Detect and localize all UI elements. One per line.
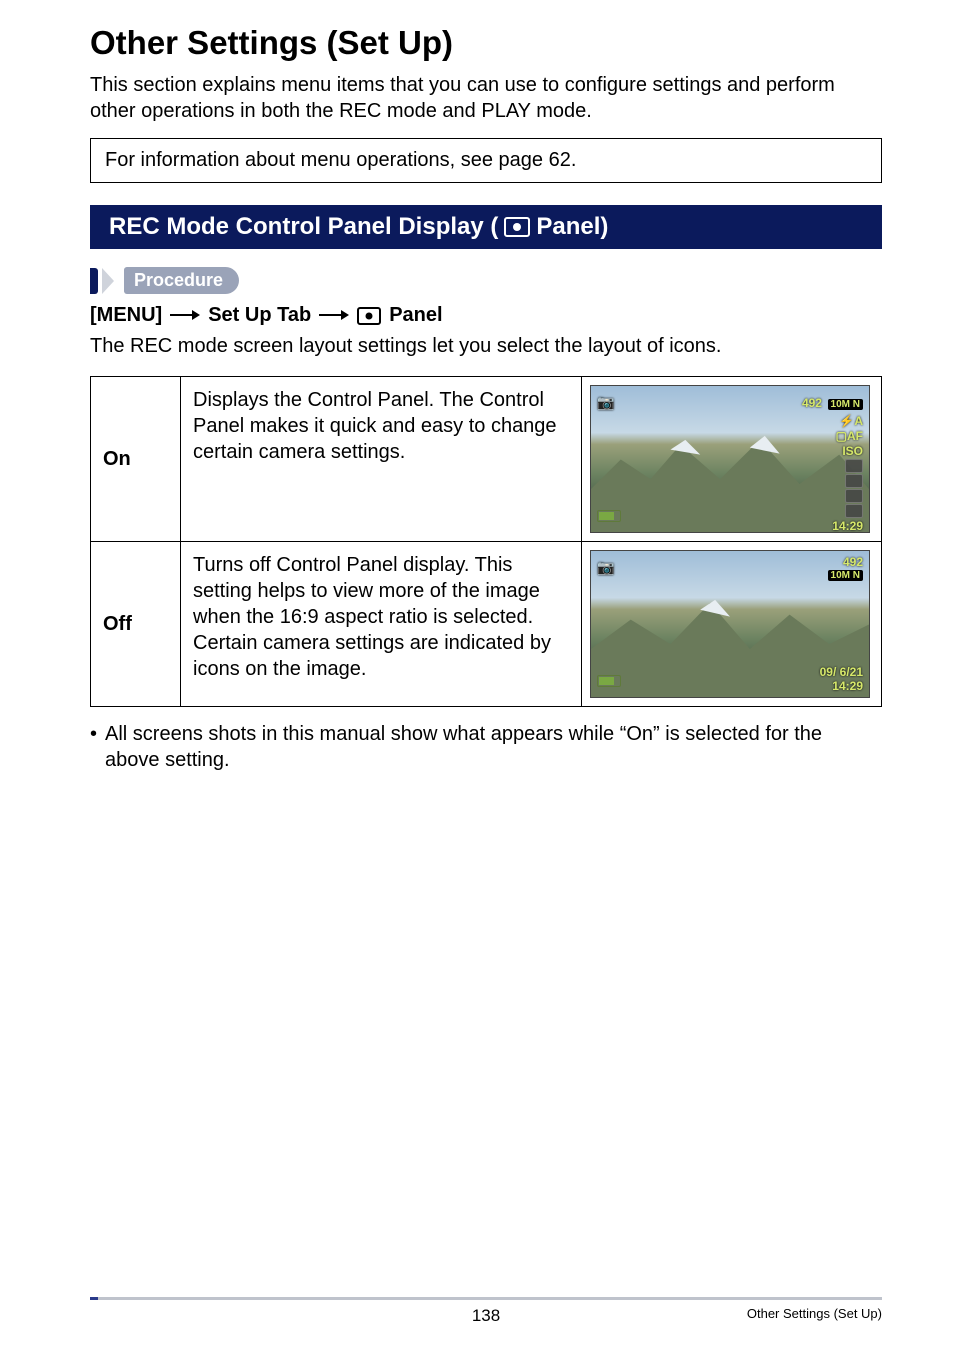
table-row: Off Turns off Control Panel display. Thi… [91, 542, 882, 707]
overlay-size-badge: 10M N [828, 399, 863, 410]
page-footer: 138 Other Settings (Set Up) [90, 1297, 882, 1321]
overlay-side-icon [845, 474, 863, 488]
rec-mode-icon [504, 217, 530, 237]
section-heading-suffix: Panel) [536, 213, 608, 241]
sub-intro-text: The REC mode screen layout settings let … [90, 335, 882, 358]
row-label: On [91, 377, 181, 542]
table-row: On Displays the Control Panel. The Contr… [91, 377, 882, 542]
section-heading-prefix: REC Mode Control Panel Display ( [109, 213, 498, 241]
overlay-side-icon [845, 504, 863, 518]
overlay-iso: ISO [842, 444, 863, 458]
procedure-label-row: Procedure [90, 267, 882, 294]
rec-mode-icon [357, 307, 381, 325]
row-preview-cell: 📷 492 10M N 09/ 6/21 14:29 [582, 542, 882, 707]
breadcrumb-panel: Panel [389, 304, 442, 327]
procedure-pill: Procedure [124, 267, 239, 294]
overlay-time: 14:29 [832, 519, 863, 533]
camera-icon: 📷 [597, 394, 614, 410]
footnote-text: All screens shots in this manual show wh… [105, 721, 882, 773]
info-box: For information about menu operations, s… [90, 138, 882, 183]
footer-section: Other Settings (Set Up) [747, 1306, 882, 1321]
breadcrumb-menu: [MENU] [90, 304, 162, 327]
arrow-icon [170, 304, 200, 327]
overlay-flash: ⚡A [839, 414, 863, 428]
battery-icon [597, 675, 621, 687]
overlay-date: 09/ 6/21 [820, 665, 863, 679]
overlay-side-icon [845, 459, 863, 473]
overlay-counter: 492 [843, 555, 863, 569]
overlay-side-icon [845, 489, 863, 503]
row-description: Turns off Control Panel display. This se… [181, 542, 582, 707]
page-number: 138 [472, 1306, 500, 1326]
overlay-counter: 492 [802, 396, 822, 410]
footnote: • All screens shots in this manual show … [90, 721, 882, 773]
overlay-time: 14:29 [820, 679, 863, 693]
breadcrumb-tab: Set Up Tab [208, 304, 311, 327]
row-preview-cell: 📷 492 10M N ⚡A ▢AF ISO 14:29 [582, 377, 882, 542]
page-title: Other Settings (Set Up) [90, 24, 882, 62]
settings-table: On Displays the Control Panel. The Contr… [90, 376, 882, 707]
preview-on: 📷 492 10M N ⚡A ▢AF ISO 14:29 [590, 385, 870, 533]
row-description: Displays the Control Panel. The Control … [181, 377, 582, 542]
intro-text: This section explains menu items that yo… [90, 72, 882, 124]
battery-icon [597, 510, 621, 522]
overlay-af: ▢AF [836, 429, 863, 443]
camera-icon: 📷 [597, 559, 614, 575]
procedure-breadcrumb: [MENU] Set Up Tab Panel [90, 304, 882, 327]
row-label: Off [91, 542, 181, 707]
arrow-icon [319, 304, 349, 327]
section-heading: REC Mode Control Panel Display ( Panel) [90, 205, 882, 249]
overlay-size-badge: 10M N [828, 570, 863, 581]
preview-off: 📷 492 10M N 09/ 6/21 14:29 [590, 550, 870, 698]
